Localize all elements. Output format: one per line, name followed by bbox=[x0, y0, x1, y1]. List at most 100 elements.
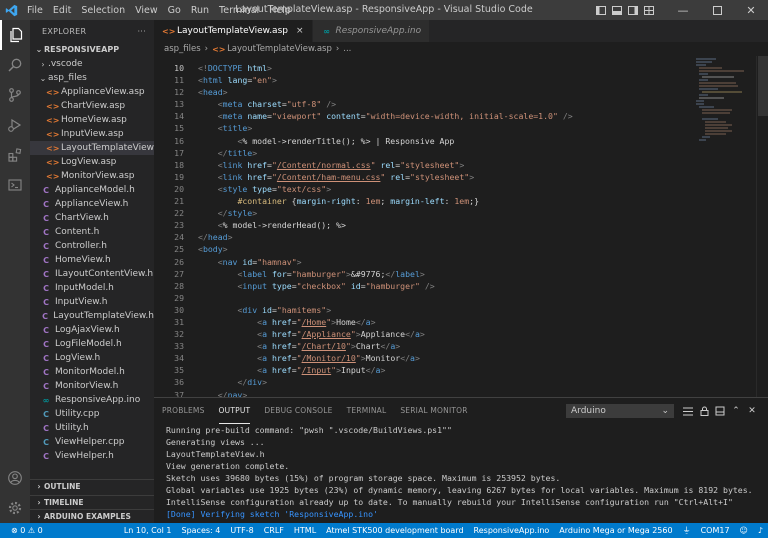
arduino-examples-section[interactable]: › ARDUINO EXAMPLES bbox=[30, 509, 154, 523]
maximize-icon[interactable] bbox=[700, 0, 734, 20]
breadcrumb-folder[interactable]: asp_files bbox=[164, 44, 201, 54]
indentation[interactable]: Spaces: 4 bbox=[181, 526, 220, 535]
file-item[interactable]: C MonitorModel.h bbox=[30, 365, 154, 379]
editor-scrollbar[interactable] bbox=[756, 56, 768, 397]
close-tab-icon[interactable]: × bbox=[296, 26, 304, 36]
file-item[interactable]: C MonitorView.h bbox=[30, 379, 154, 393]
output-channel-select[interactable]: Arduino ⌄ bbox=[566, 404, 674, 418]
minimap[interactable] bbox=[694, 56, 754, 146]
project-root[interactable]: ⌄ RESPONSIVEAPP bbox=[30, 42, 154, 57]
tab-output[interactable]: OUTPUT bbox=[218, 398, 251, 424]
programmer[interactable]: Atmel STK500 development board bbox=[326, 526, 463, 535]
language-mode[interactable]: HTML bbox=[294, 526, 316, 535]
notifications-bell-icon[interactable]: ♪ bbox=[758, 526, 763, 535]
lock-icon[interactable] bbox=[698, 404, 710, 418]
source-control-icon[interactable] bbox=[0, 80, 30, 110]
tab-terminal[interactable]: TERMINAL bbox=[347, 398, 387, 424]
breadcrumb-symbol[interactable]: ... bbox=[343, 44, 351, 54]
problems-indicator[interactable]: ⊗ 0 ⚠ 0 bbox=[11, 526, 43, 535]
tab-debug-console[interactable]: DEBUG CONSOLE bbox=[264, 398, 332, 424]
outline-section[interactable]: › OUTLINE bbox=[30, 479, 154, 493]
file-item[interactable]: C LogAjaxView.h bbox=[30, 323, 154, 337]
code-content[interactable]: <!DOCTYPE html> <html lang="en"> <head> … bbox=[198, 62, 678, 397]
line-number: 32 bbox=[174, 329, 184, 340]
c-file-icon: C bbox=[43, 241, 49, 251]
file-item[interactable]: ∞ ResponsiveApp.ino bbox=[30, 393, 154, 407]
feedback-icon[interactable]: ☺ bbox=[740, 526, 748, 535]
file-item[interactable]: <> InputView.asp bbox=[30, 127, 154, 141]
file-item[interactable]: <> ChartView.asp bbox=[30, 99, 154, 113]
output-log[interactable]: Running pre-build command: "pwsh ".vscod… bbox=[154, 424, 768, 520]
menu-file[interactable]: File bbox=[22, 5, 48, 16]
file-item[interactable]: <> HomeView.asp bbox=[30, 113, 154, 127]
file-item[interactable]: C LayoutTemplateView.h bbox=[30, 309, 154, 323]
manage-gear-icon[interactable] bbox=[0, 493, 30, 523]
code-line: <title> bbox=[217, 123, 253, 134]
explorer-more-icon[interactable]: ··· bbox=[137, 27, 146, 36]
file-item[interactable]: C LogFileModel.h bbox=[30, 337, 154, 351]
file-item[interactable]: C HomeView.h bbox=[30, 253, 154, 267]
file-item[interactable]: C ViewHelper.h bbox=[30, 449, 154, 463]
folder-asp-files[interactable]: ⌄ asp_files bbox=[30, 71, 154, 85]
asp-file-icon: <> bbox=[46, 129, 60, 139]
tab-responsive-app[interactable]: ∞ ResponsiveApp.ino bbox=[312, 20, 431, 42]
breadcrumb-file[interactable]: LayoutTemplateView.asp bbox=[227, 44, 332, 54]
toggle-primary-sidebar-icon[interactable] bbox=[594, 0, 608, 20]
toggle-panel-icon[interactable] bbox=[610, 0, 624, 20]
board[interactable]: Arduino Mega or Mega 2560 bbox=[559, 526, 672, 535]
timeline-section[interactable]: › TIMELINE bbox=[30, 495, 154, 509]
file-item[interactable]: C InputModel.h bbox=[30, 281, 154, 295]
toggle-secondary-sidebar-icon[interactable] bbox=[626, 0, 640, 20]
file-item[interactable]: C Utility.h bbox=[30, 421, 154, 435]
code-line: </head> bbox=[198, 232, 233, 243]
minimize-icon[interactable]: — bbox=[666, 0, 700, 20]
tab-problems[interactable]: PROBLEMS bbox=[162, 398, 205, 424]
cursor-position[interactable]: Ln 10, Col 1 bbox=[124, 526, 172, 535]
c-file-icon: C bbox=[43, 423, 49, 433]
file-item[interactable]: C Controller.h bbox=[30, 239, 154, 253]
explorer-icon[interactable] bbox=[0, 20, 30, 50]
file-item[interactable]: C ViewHelper.cpp bbox=[30, 435, 154, 449]
code-line: <a href="/Input">Input</a> bbox=[257, 365, 386, 376]
maximize-panel-icon[interactable]: ⌃ bbox=[730, 404, 742, 418]
file-item[interactable]: C ILayoutContentView.h bbox=[30, 267, 154, 281]
encoding[interactable]: UTF-8 bbox=[230, 526, 253, 535]
extensions-icon[interactable] bbox=[0, 140, 30, 170]
serial-terminal-icon[interactable] bbox=[0, 170, 30, 200]
menu-run[interactable]: Run bbox=[186, 5, 214, 16]
scrollbar-thumb[interactable] bbox=[758, 56, 768, 116]
file-item[interactable]: C ApplianceModel.h bbox=[30, 183, 154, 197]
filter-list-icon[interactable] bbox=[682, 404, 694, 418]
file-item[interactable]: C LogView.h bbox=[30, 351, 154, 365]
serial-port[interactable]: COM17 bbox=[701, 526, 730, 535]
customize-layout-icon[interactable] bbox=[642, 0, 656, 20]
output-line: Running pre-build command: "pwsh ".vscod… bbox=[166, 425, 452, 435]
file-item[interactable]: C InputView.h bbox=[30, 295, 154, 309]
close-panel-icon[interactable]: ✕ bbox=[746, 404, 758, 418]
file-item[interactable]: <>LayoutTemplateView.asp bbox=[30, 141, 154, 155]
output-line: LayoutTemplateView.h bbox=[166, 449, 265, 459]
sketch-file[interactable]: ResponsiveApp.ino bbox=[474, 526, 550, 535]
search-icon[interactable] bbox=[0, 50, 30, 80]
file-item[interactable]: <> MonitorView.asp bbox=[30, 169, 154, 183]
clear-output-icon[interactable] bbox=[714, 404, 726, 418]
close-window-icon[interactable]: ✕ bbox=[734, 0, 768, 20]
file-item[interactable]: C ChartView.h bbox=[30, 211, 154, 225]
file-item[interactable]: C Utility.cpp bbox=[30, 407, 154, 421]
menu-edit[interactable]: Edit bbox=[48, 5, 76, 16]
menu-selection[interactable]: Selection bbox=[76, 5, 130, 16]
run-and-debug-icon[interactable] bbox=[0, 110, 30, 140]
menu-go[interactable]: Go bbox=[163, 5, 186, 16]
code-editor[interactable]: 10 11 12 13 14 15 16 17 18 19 20 21 22 23 24 25 26 27 28 29… bbox=[154, 56, 768, 397]
code-line: <% model->renderHead(); %> bbox=[217, 220, 346, 231]
tab-serial-monitor[interactable]: SERIAL MONITOR bbox=[400, 398, 467, 424]
folder-vscode[interactable]: › .vscode bbox=[30, 57, 154, 71]
accounts-icon[interactable] bbox=[0, 463, 30, 493]
tab-layout-template-view[interactable]: <> LayoutTemplateView.asp × bbox=[154, 20, 313, 42]
line-ending[interactable]: CRLF bbox=[264, 526, 284, 535]
file-item[interactable]: <> ApplianceView.asp bbox=[30, 85, 154, 99]
file-item[interactable]: C Content.h bbox=[30, 225, 154, 239]
file-item[interactable]: <> LogView.asp bbox=[30, 155, 154, 169]
file-item[interactable]: C ApplianceView.h bbox=[30, 197, 154, 211]
menu-view[interactable]: View bbox=[130, 5, 163, 16]
